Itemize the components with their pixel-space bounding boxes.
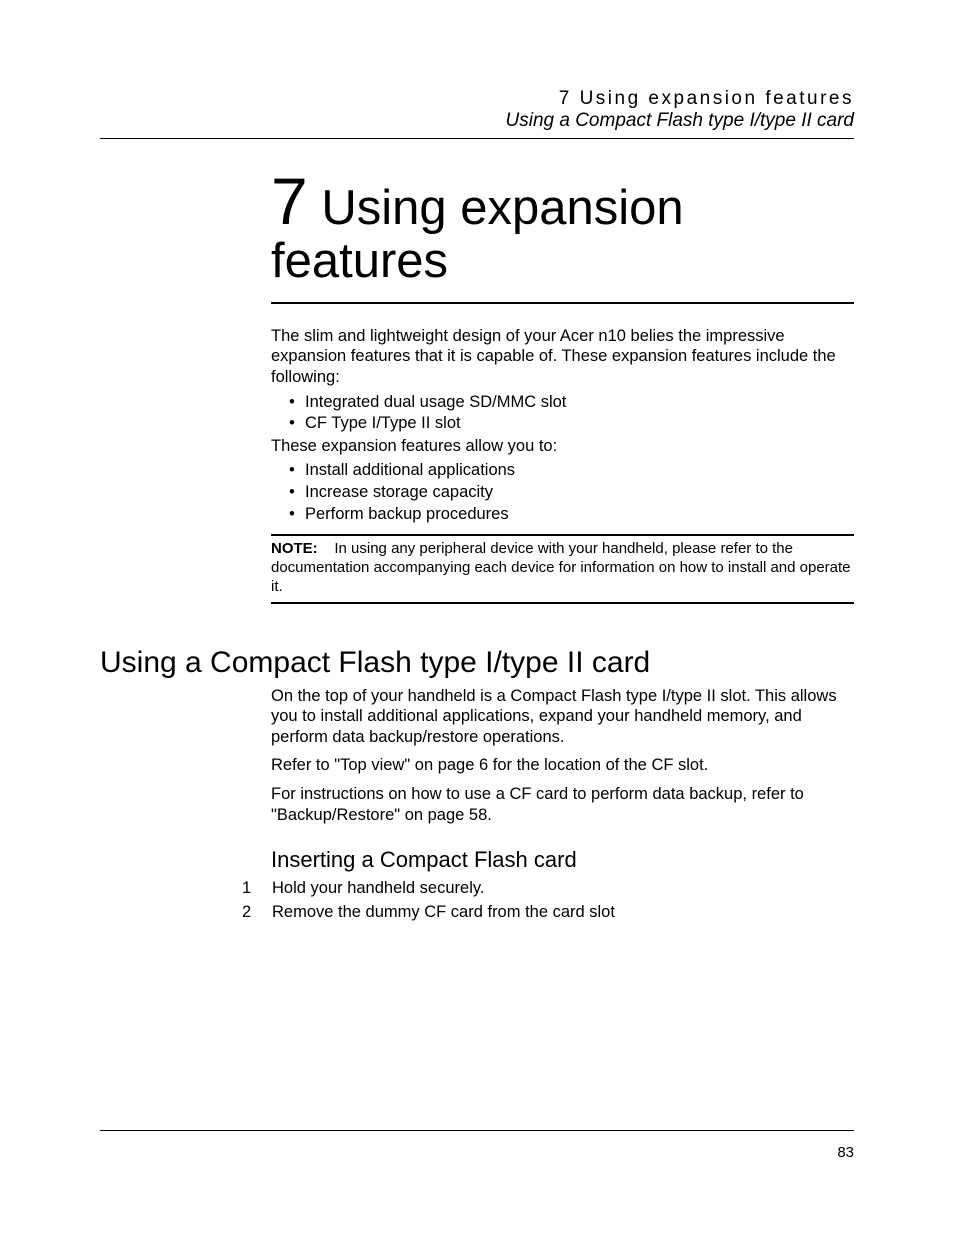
- chapter-title-line1: 7 Using expansion: [271, 167, 854, 236]
- note-text: In using any peripheral device with your…: [271, 540, 851, 595]
- section-paragraph-3: For instructions on how to use a CF card…: [271, 784, 854, 825]
- feature-list-2: Install additional applications Increase…: [271, 460, 854, 524]
- list-item: Increase storage capacity: [305, 482, 854, 503]
- footer-rule: [100, 1130, 854, 1131]
- feature-list-1: Integrated dual usage SD/MMC slot CF Typ…: [271, 392, 854, 434]
- section-body: On the top of your handheld is a Compact…: [271, 686, 854, 826]
- note-block: NOTE: In using any peripheral device wit…: [271, 534, 854, 603]
- section-paragraph-2: Refer to "Top view" on page 6 for the lo…: [271, 755, 854, 776]
- note-label: NOTE:: [271, 540, 318, 557]
- steps-list: Hold your handheld securely. Remove the …: [242, 877, 854, 923]
- intro-paragraph-2: These expansion features allow you to:: [271, 436, 854, 457]
- section-heading: Using a Compact Flash type I/type II car…: [100, 646, 854, 680]
- page-number: 83: [837, 1144, 854, 1161]
- list-item: Perform backup procedures: [305, 504, 854, 525]
- intro-block: The slim and lightweight design of your …: [271, 326, 854, 525]
- chapter-rule: [271, 302, 854, 304]
- step-item: Remove the dummy CF card from the card s…: [242, 901, 854, 923]
- header-line-2: Using a Compact Flash type I/type II car…: [100, 110, 854, 132]
- chapter-number: 7: [271, 164, 308, 238]
- running-header: 7 Using expansion features Using a Compa…: [100, 88, 854, 132]
- step-item: Hold your handheld securely.: [242, 877, 854, 899]
- list-item: Integrated dual usage SD/MMC slot: [305, 392, 854, 413]
- chapter-text-1: Using expansion: [308, 181, 684, 235]
- list-item: Install additional applications: [305, 460, 854, 481]
- list-item: CF Type I/Type II slot: [305, 413, 854, 434]
- note-gap: [322, 540, 335, 557]
- intro-paragraph-1: The slim and lightweight design of your …: [271, 326, 854, 388]
- section-paragraph-1: On the top of your handheld is a Compact…: [271, 686, 854, 748]
- chapter-title: 7 Using expansion features: [271, 167, 854, 288]
- header-rule: [100, 138, 854, 139]
- header-line-1: 7 Using expansion features: [100, 88, 854, 110]
- chapter-text-2: features: [271, 236, 854, 287]
- subsection-heading: Inserting a Compact Flash card: [271, 847, 854, 873]
- page: 7 Using expansion features Using a Compa…: [0, 0, 954, 1235]
